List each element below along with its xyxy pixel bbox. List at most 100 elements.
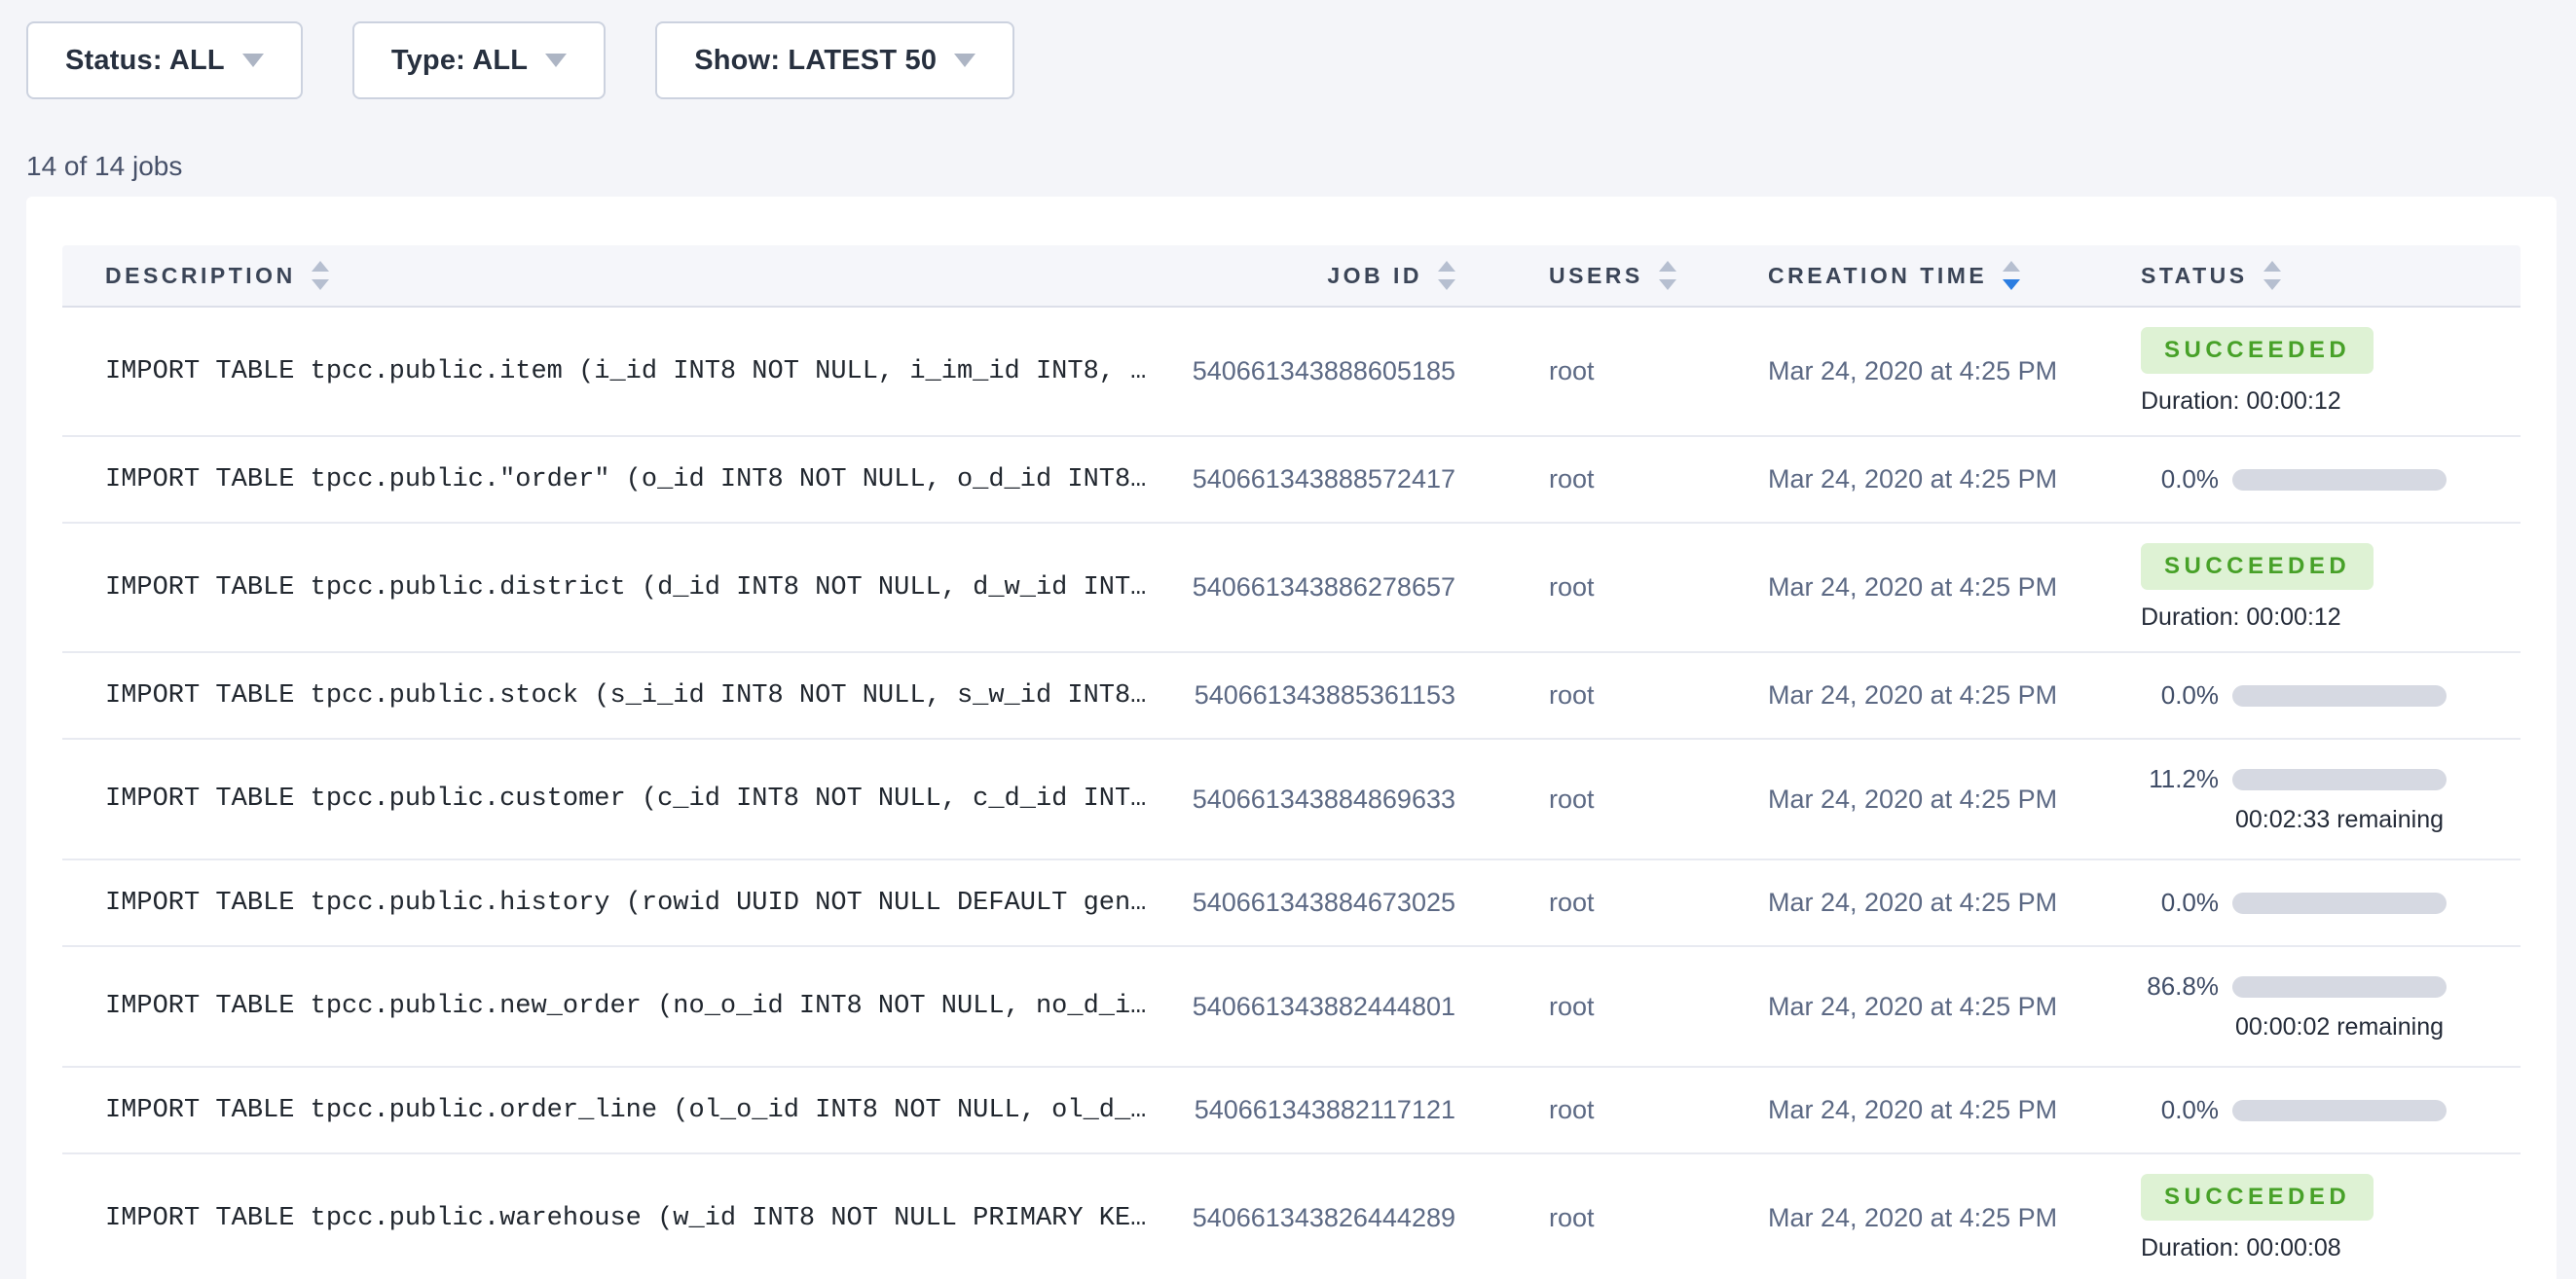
progress-bar	[2232, 1100, 2447, 1121]
sort-icon	[312, 261, 329, 290]
status-progress: 0.0%	[2141, 1095, 2521, 1125]
progress-line: 0.0%	[2141, 888, 2521, 918]
table-row[interactable]: IMPORT TABLE tpcc.public.warehouse (w_id…	[62, 1154, 2521, 1279]
job-description[interactable]: IMPORT TABLE tpcc.public.district (d_id …	[62, 573, 1178, 603]
creation-time-cell: Mar 24, 2020 at 4:25 PM	[1699, 464, 2074, 494]
sort-icon	[2003, 261, 2020, 290]
job-description[interactable]: IMPORT TABLE tpcc.public.history (rowid …	[62, 889, 1178, 918]
progress-bar	[2232, 469, 2447, 491]
progress-bar	[2232, 893, 2447, 914]
table-row[interactable]: IMPORT TABLE tpcc.public.customer (c_id …	[62, 740, 2521, 860]
job-id-cell: 540661343882117121	[1178, 1095, 1470, 1125]
job-id-cell: 540661343888605185	[1178, 356, 1470, 386]
status-succeeded: SUCCEEDED Duration: 00:00:12	[2141, 543, 2521, 632]
jobs-table-body: IMPORT TABLE tpcc.public.item (i_id INT8…	[62, 308, 2521, 1279]
progress-line: 86.8%	[2141, 971, 2521, 1002]
job-description[interactable]: IMPORT TABLE tpcc.public.new_order (no_o…	[62, 992, 1178, 1021]
users-cell: root	[1470, 992, 1699, 1022]
job-id-cell: 540661343886278657	[1178, 572, 1470, 603]
status-cell: 0.0%	[2074, 464, 2521, 494]
creation-time-cell: Mar 24, 2020 at 4:25 PM	[1699, 992, 2074, 1022]
users-cell: root	[1470, 356, 1699, 386]
chevron-down-icon	[242, 54, 264, 67]
job-description[interactable]: IMPORT TABLE tpcc.public.order_line (ol_…	[62, 1096, 1178, 1125]
filter-show-dropdown[interactable]: Show: LATEST 50	[655, 21, 1014, 99]
column-header-status[interactable]: STATUS	[2074, 261, 2521, 290]
status-badge: SUCCEEDED	[2141, 327, 2374, 374]
sort-icon	[2263, 261, 2281, 290]
percent-label: 0.0%	[2141, 1095, 2219, 1125]
column-header-job-id[interactable]: JOB ID	[1178, 261, 1470, 290]
status-progress: 86.8% 00:00:02 remaining	[2141, 971, 2521, 1041]
filter-status-dropdown[interactable]: Status: ALL	[26, 21, 303, 99]
remaining-label: 00:02:33 remaining	[2232, 806, 2447, 834]
table-row[interactable]: IMPORT TABLE tpcc.public.stock (s_i_id I…	[62, 653, 2521, 740]
status-progress: 11.2% 00:02:33 remaining	[2141, 764, 2521, 834]
percent-label: 86.8%	[2141, 971, 2219, 1002]
chevron-down-icon	[954, 54, 975, 67]
status-succeeded: SUCCEEDED Duration: 00:00:08	[2141, 1174, 2521, 1262]
users-cell: root	[1470, 888, 1699, 918]
job-id-cell: 540661343888572417	[1178, 464, 1470, 494]
jobs-table: DESCRIPTION JOB ID USERS CREATION TIME S…	[62, 245, 2521, 1279]
table-row[interactable]: IMPORT TABLE tpcc.public.history (rowid …	[62, 860, 2521, 947]
table-row[interactable]: IMPORT TABLE tpcc.public."order" (o_id I…	[62, 437, 2521, 524]
progress-line: 11.2%	[2141, 764, 2521, 794]
column-header-users[interactable]: USERS	[1470, 261, 1699, 290]
job-description[interactable]: IMPORT TABLE tpcc.public."order" (o_id I…	[62, 465, 1178, 494]
users-cell: root	[1470, 1203, 1699, 1233]
job-id-cell: 540661343826444289	[1178, 1203, 1470, 1233]
table-row[interactable]: IMPORT TABLE tpcc.public.district (d_id …	[62, 524, 2521, 653]
column-header-creation-time[interactable]: CREATION TIME	[1699, 261, 2074, 290]
status-badge: SUCCEEDED	[2141, 543, 2374, 590]
remaining-label: 00:00:02 remaining	[2232, 1013, 2447, 1041]
progress-bar	[2232, 685, 2447, 707]
status-progress: 0.0%	[2141, 680, 2521, 711]
creation-time-cell: Mar 24, 2020 at 4:25 PM	[1699, 888, 2074, 918]
filter-bar: Status: ALL Type: ALL Show: LATEST 50	[26, 21, 1014, 99]
progress-bar	[2232, 769, 2447, 790]
job-description[interactable]: IMPORT TABLE tpcc.public.warehouse (w_id…	[62, 1204, 1178, 1233]
status-cell: SUCCEEDED Duration: 00:00:12	[2074, 543, 2521, 632]
status-cell: 0.0%	[2074, 1095, 2521, 1125]
users-cell: root	[1470, 464, 1699, 494]
creation-time-cell: Mar 24, 2020 at 4:25 PM	[1699, 680, 2074, 711]
column-header-label: DESCRIPTION	[105, 263, 296, 289]
table-row[interactable]: IMPORT TABLE tpcc.public.new_order (no_o…	[62, 947, 2521, 1068]
table-row[interactable]: IMPORT TABLE tpcc.public.order_line (ol_…	[62, 1068, 2521, 1154]
column-header-description[interactable]: DESCRIPTION	[62, 261, 1178, 290]
percent-label: 0.0%	[2141, 464, 2219, 494]
column-header-label: CREATION TIME	[1768, 263, 1987, 289]
column-header-label: STATUS	[2141, 263, 2248, 289]
users-cell: root	[1470, 680, 1699, 711]
column-header-label: JOB ID	[1327, 263, 1422, 289]
job-description[interactable]: IMPORT TABLE tpcc.public.item (i_id INT8…	[62, 357, 1178, 386]
jobs-count: 14 of 14 jobs	[26, 151, 182, 182]
status-cell: 0.0%	[2074, 888, 2521, 918]
creation-time-cell: Mar 24, 2020 at 4:25 PM	[1699, 1095, 2074, 1125]
chevron-down-icon	[545, 54, 567, 67]
sort-icon	[1659, 261, 1676, 290]
users-cell: root	[1470, 572, 1699, 603]
percent-label: 11.2%	[2141, 764, 2219, 794]
filter-type-dropdown[interactable]: Type: ALL	[352, 21, 606, 99]
creation-time-cell: Mar 24, 2020 at 4:25 PM	[1699, 572, 2074, 603]
progress-line: 0.0%	[2141, 464, 2521, 494]
status-progress: 0.0%	[2141, 888, 2521, 918]
filter-status-label: Status: ALL	[65, 45, 225, 77]
status-progress: 0.0%	[2141, 464, 2521, 494]
sort-icon	[1438, 261, 1455, 290]
job-description[interactable]: IMPORT TABLE tpcc.public.stock (s_i_id I…	[62, 681, 1178, 711]
job-id-cell: 540661343884673025	[1178, 888, 1470, 918]
duration-label: Duration: 00:00:08	[2141, 1234, 2521, 1262]
status-cell: 11.2% 00:02:33 remaining	[2074, 764, 2521, 834]
status-cell: 0.0%	[2074, 680, 2521, 711]
table-row[interactable]: IMPORT TABLE tpcc.public.item (i_id INT8…	[62, 308, 2521, 437]
creation-time-cell: Mar 24, 2020 at 4:25 PM	[1699, 356, 2074, 386]
job-id-cell: 540661343882444801	[1178, 992, 1470, 1022]
table-header-row: DESCRIPTION JOB ID USERS CREATION TIME S…	[62, 245, 2521, 308]
percent-label: 0.0%	[2141, 888, 2219, 918]
job-description[interactable]: IMPORT TABLE tpcc.public.customer (c_id …	[62, 785, 1178, 814]
filter-type-label: Type: ALL	[391, 45, 528, 77]
status-badge: SUCCEEDED	[2141, 1174, 2374, 1221]
